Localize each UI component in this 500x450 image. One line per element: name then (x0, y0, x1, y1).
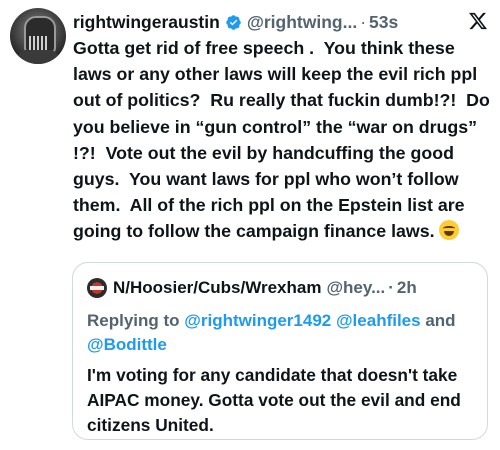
x-logo-icon[interactable] (468, 11, 488, 31)
quoted-tweet-timestamp[interactable]: 2h (397, 278, 417, 298)
quoted-header-separator: · (388, 278, 394, 297)
mention-link-1[interactable]: @rightwinger1492 (184, 311, 331, 330)
quoted-tweet-header: N/Hoosier/Cubs/Wrexham @hey... · 2h (87, 277, 477, 299)
header-separator: · (360, 11, 367, 32)
avatar-body (18, 50, 58, 64)
author-avatar[interactable] (10, 8, 66, 64)
avatar-grill (29, 36, 47, 50)
verified-badge-icon (226, 14, 241, 30)
tweet-body: Gotta get rid of free speech . You think… (73, 35, 493, 245)
author-handle[interactable]: @rightwing... (247, 12, 357, 33)
replying-conjunction: and (425, 311, 456, 330)
quoted-author-display-name[interactable]: N/Hoosier/Cubs/Wrexham (113, 278, 321, 298)
quoted-author-avatar[interactable] (87, 278, 107, 298)
tweet-text: Gotta get rid of free speech . You think… (73, 38, 495, 242)
mention-link-2[interactable]: @leahfiles (336, 311, 421, 330)
replying-to-line: Replying to @rightwinger1492 @leahfiles … (87, 309, 477, 357)
quoted-tweet-card[interactable]: N/Hoosier/Cubs/Wrexham @hey... · 2h Repl… (72, 262, 488, 440)
tweet-timestamp[interactable]: 53s (369, 12, 398, 33)
replying-to-label: Replying to (87, 311, 180, 330)
laughing-emoji-icon (438, 220, 459, 241)
mention-link-3[interactable]: @Bodittle (87, 335, 167, 354)
quoted-tweet-text: I'm voting for any candidate that doesn'… (87, 365, 461, 435)
tweet-header: rightwingeraustin @rightwing... · 53s (73, 10, 488, 34)
author-display-name[interactable]: rightwingeraustin (73, 12, 220, 33)
quoted-author-handle[interactable]: @hey... (326, 278, 385, 298)
